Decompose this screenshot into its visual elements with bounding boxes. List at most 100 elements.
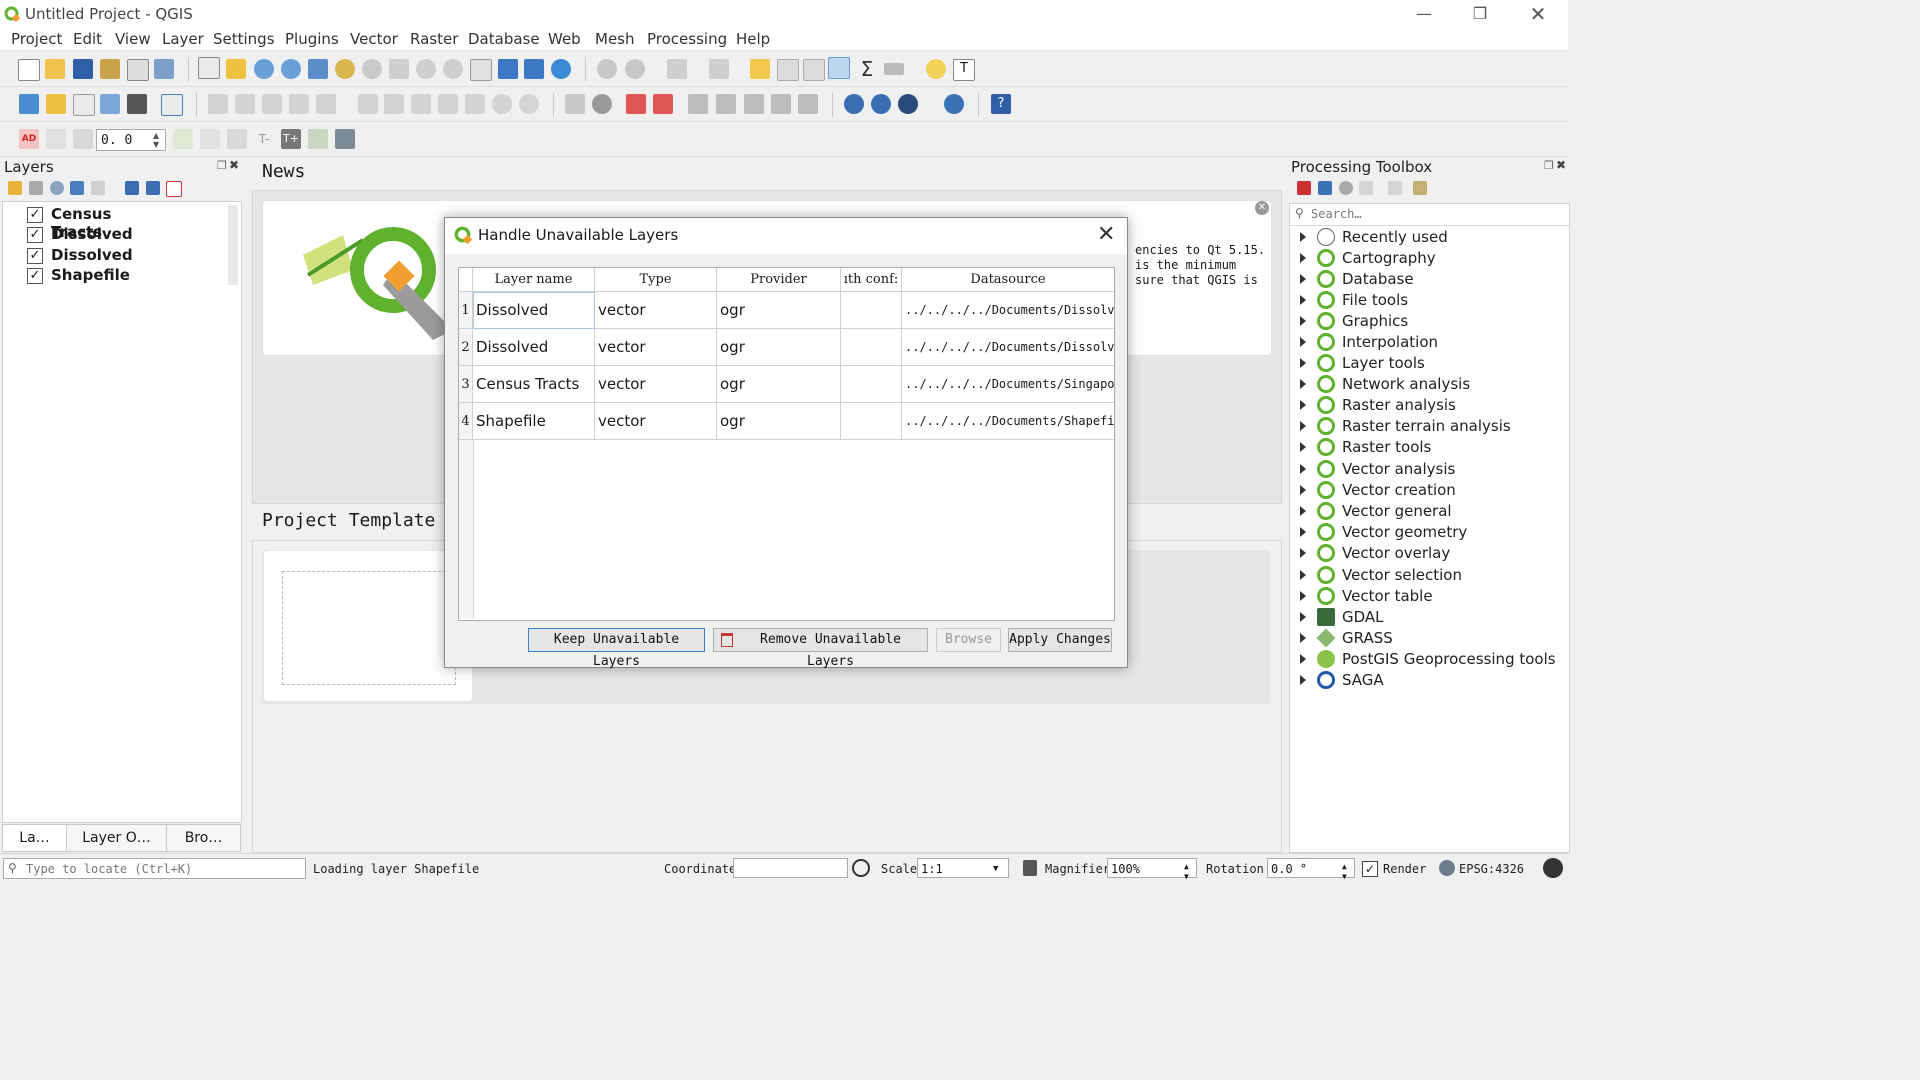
cell-auth-config[interactable] [841, 403, 902, 440]
toolbox-item-layer-tools[interactable]: Layer tools [1290, 353, 1569, 374]
highlight-pinned-icon[interactable] [626, 94, 646, 114]
snapping-icon[interactable] [173, 129, 193, 149]
avoid-overlap-icon[interactable] [335, 129, 355, 149]
column-header-datasource[interactable]: Datasource [902, 268, 1114, 292]
topology-icon[interactable]: T- [254, 129, 274, 149]
print-layout-icon[interactable] [127, 59, 149, 81]
copy-features-icon[interactable] [438, 94, 458, 114]
deselect-all-icon[interactable] [750, 59, 770, 79]
crs-label[interactable]: EPSG:4326 [1459, 862, 1524, 876]
spin-up-icon[interactable]: ▲ [153, 131, 159, 140]
toolbox-item-postgis[interactable]: PostGIS Geoprocessing tools [1290, 649, 1569, 670]
toolbox-item-vector-geometry[interactable]: Vector geometry [1290, 522, 1569, 543]
expand-arrow-icon[interactable] [1300, 421, 1306, 431]
tracing-icon[interactable] [200, 129, 220, 149]
manage-map-themes-icon[interactable] [50, 181, 64, 195]
browse-button[interactable]: Browse [936, 628, 1001, 652]
toolbox-item-interpolation[interactable]: Interpolation [1290, 332, 1569, 353]
render-checkbox[interactable]: ✓ [1362, 861, 1378, 877]
expand-arrow-icon[interactable] [1300, 633, 1306, 643]
delete-selected-icon[interactable] [384, 94, 404, 114]
close-dialog-icon[interactable]: ✕ [1097, 222, 1115, 247]
chevron-down-icon[interactable]: ▼ [993, 859, 998, 879]
models-icon[interactable] [1297, 181, 1311, 195]
minimize-icon[interactable]: — [1396, 0, 1452, 28]
float-panel-icon[interactable]: ❐ [1544, 159, 1554, 172]
expand-arrow-icon[interactable] [1300, 654, 1306, 664]
zoom-selection-icon[interactable] [335, 59, 355, 79]
add-wfs-layer-icon[interactable] [871, 94, 891, 114]
locator-search[interactable]: ⚲ Type to locate (Ctrl+K) [3, 858, 306, 879]
text-annotation-icon[interactable]: T [953, 59, 975, 81]
open-project-icon[interactable] [45, 59, 65, 79]
extents-toggle-icon[interactable] [852, 859, 870, 877]
expand-arrow-icon[interactable] [1300, 591, 1306, 601]
add-feature-icon[interactable] [289, 94, 309, 114]
zoom-out-icon[interactable] [281, 59, 301, 79]
cell-type[interactable]: vector [595, 403, 717, 440]
layer-visibility-checkbox[interactable]: ✓ [27, 227, 43, 243]
help-contents-icon[interactable]: ? [991, 94, 1011, 114]
close-panel-icon[interactable]: ✖ [1556, 158, 1566, 172]
menu-layer[interactable]: Layer [162, 30, 204, 48]
data-source-manager-icon[interactable] [19, 94, 39, 114]
expand-arrow-icon[interactable] [1300, 612, 1306, 622]
restore-icon[interactable]: ❐ [1452, 0, 1508, 28]
column-header-auth-config[interactable]: ıth conf: [841, 268, 902, 292]
zoom-layer-icon[interactable] [362, 59, 382, 79]
cell-layer-name[interactable]: Census Tracts [473, 366, 595, 403]
coordinate-field[interactable] [733, 858, 848, 878]
column-header-type[interactable]: Type [595, 268, 717, 292]
expand-arrow-icon[interactable] [1300, 675, 1306, 685]
zoom-native-icon[interactable] [389, 59, 409, 79]
expand-arrow-icon[interactable] [1300, 232, 1306, 242]
filter-legend-icon[interactable] [70, 181, 84, 195]
menu-settings[interactable]: Settings [213, 30, 275, 48]
cut-features-icon[interactable] [411, 94, 431, 114]
spin-down-icon[interactable]: ▼ [1184, 867, 1189, 887]
menu-help[interactable]: Help [736, 30, 770, 48]
expand-arrow-icon[interactable] [1300, 464, 1306, 474]
paste-features-icon[interactable] [465, 94, 485, 114]
map-tips-icon[interactable] [926, 59, 946, 79]
action-icon[interactable] [625, 59, 645, 79]
menu-vector[interactable]: Vector [350, 30, 398, 48]
add-group-icon[interactable] [29, 181, 43, 195]
new-virtual-layer-icon[interactable] [161, 94, 183, 116]
refresh-icon[interactable] [551, 59, 571, 79]
cell-datasource[interactable]: ../../../../Documents/Shapefile [902, 403, 1114, 440]
select-by-value-icon[interactable] [709, 59, 729, 79]
style-layer-icon[interactable] [8, 181, 22, 195]
toolbox-item-vector-overlay[interactable]: Vector overlay [1290, 543, 1569, 564]
keep-unavailable-layers-button[interactable]: Keep Unavailable Layers [528, 628, 705, 669]
toolbox-item-saga[interactable]: SAGA [1290, 670, 1569, 691]
self-snap-icon[interactable]: T+ [281, 129, 301, 149]
show-hide-labels-icon[interactable] [688, 94, 708, 114]
menu-processing[interactable]: Processing [647, 30, 727, 48]
menu-project[interactable]: Project [11, 30, 62, 48]
identify-icon[interactable] [597, 59, 617, 79]
cell-layer-name[interactable]: Dissolved [473, 292, 595, 329]
add-wms-layer-icon[interactable] [844, 94, 864, 114]
cell-provider[interactable]: ogr [717, 292, 841, 329]
toolbox-item-recently-used[interactable]: Recently used [1290, 227, 1569, 248]
new-temporary-layer-icon[interactable] [127, 94, 147, 114]
zoom-in-icon[interactable] [254, 59, 274, 79]
expand-all-icon[interactable] [125, 181, 139, 195]
lock-scale-icon[interactable] [1023, 860, 1037, 876]
toolbox-item-raster-tools[interactable]: Raster tools [1290, 437, 1569, 458]
cell-datasource[interactable]: ../../../../Documents/Dissolved [902, 329, 1114, 366]
toolbox-item-file-tools[interactable]: File tools [1290, 290, 1569, 311]
change-label-icon[interactable] [771, 94, 791, 114]
expand-arrow-icon[interactable] [1300, 295, 1306, 305]
toolbox-item-raster-terrain-analysis[interactable]: Raster terrain analysis [1290, 416, 1569, 437]
cell-datasource[interactable]: ../../../../Documents/Singapore [902, 366, 1114, 403]
save-edits-icon[interactable] [262, 94, 282, 114]
dismiss-news-icon[interactable]: ✕ [1255, 201, 1269, 215]
vertex-tool-icon[interactable] [316, 94, 336, 114]
new-geopackage-layer-icon[interactable] [46, 94, 66, 114]
expand-arrow-icon[interactable] [1300, 337, 1306, 347]
attribute-table-icon[interactable] [777, 59, 799, 81]
layer-visibility-checkbox[interactable]: ✓ [27, 268, 43, 284]
zoom-last-icon[interactable] [416, 59, 436, 79]
